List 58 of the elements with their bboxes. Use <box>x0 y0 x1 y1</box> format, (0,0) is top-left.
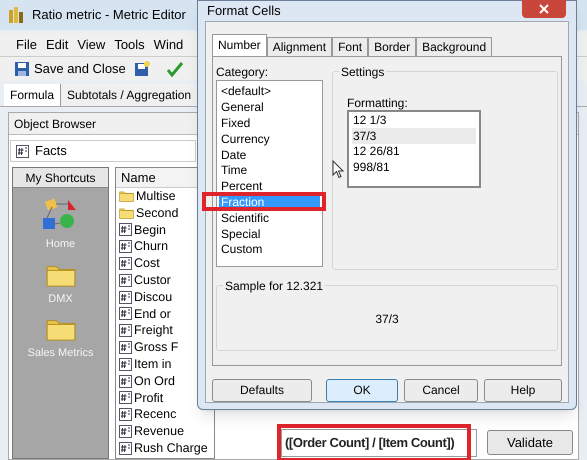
dialog-button[interactable]: OK <box>326 378 398 402</box>
dialog-tab[interactable]: Border <box>368 36 416 56</box>
object-row[interactable]: Item in <box>116 356 214 373</box>
panel-title: My Shortcuts <box>25 170 96 186</box>
dialog-button[interactable]: Cancel <box>404 378 478 402</box>
object-row[interactable]: Begin <box>116 222 214 238</box>
object-row[interactable]: Rush Charge <box>116 440 214 457</box>
save-and-close-button[interactable]: Save and Close <box>14 59 126 79</box>
object-row[interactable]: Second <box>116 204 214 222</box>
dialog-tab[interactable]: Background <box>416 36 492 56</box>
category-item[interactable]: Percent <box>219 178 320 194</box>
sample-value: 37/3 <box>375 310 399 328</box>
category-item[interactable]: Currency <box>219 130 320 147</box>
window-title: Ratio metric - Metric Editor <box>32 6 186 24</box>
dialog-tab[interactable]: Number <box>212 34 267 56</box>
category-item[interactable]: Scientific <box>219 210 320 226</box>
menu-item[interactable]: View <box>77 34 106 54</box>
object-row[interactable]: Churn <box>116 238 214 256</box>
format-item[interactable]: 37/3 <box>352 128 476 144</box>
object-row[interactable]: Recenc <box>116 406 214 424</box>
object-row[interactable]: Profit <box>116 390 214 406</box>
folder-dropdown[interactable]: Facts <box>10 140 196 162</box>
format-item[interactable]: 998/81 <box>352 159 476 174</box>
category-item[interactable]: <default> <box>219 84 320 100</box>
editor-tab[interactable]: Formula <box>4 84 62 106</box>
category-label: Category: <box>216 64 270 80</box>
dialog-button[interactable]: Help <box>484 378 562 402</box>
object-row[interactable]: On Ord <box>116 372 214 390</box>
category-item[interactable]: Fixed <box>219 115 320 131</box>
formatting-label: Formatting: <box>347 94 409 110</box>
object-row[interactable]: Gross F <box>116 339 214 356</box>
category-item[interactable]: Time <box>219 162 320 178</box>
object-row[interactable]: Revenue <box>116 423 214 440</box>
category-item[interactable]: Custom <box>219 241 320 258</box>
format-item[interactable]: 12 1/3 <box>352 112 476 128</box>
format-item[interactable]: 12 26/81 <box>352 144 476 159</box>
object-row[interactable]: Cost <box>116 255 214 272</box>
dialog-tab[interactable]: Alignment <box>266 36 332 56</box>
category-item[interactable]: General <box>219 99 320 116</box>
validate-button[interactable]: Validate <box>487 430 573 455</box>
dialog-tab[interactable]: Font <box>332 36 368 56</box>
menu-item[interactable]: Edit <box>46 34 68 54</box>
object-row[interactable]: Custor <box>116 272 214 289</box>
formatting-list[interactable]: 12 1/3 37/3 12 26/81 998/81 <box>347 110 481 188</box>
dialog-title: Format Cells <box>207 2 281 20</box>
object-row[interactable]: End or <box>116 306 214 322</box>
panel-title: Object Browser <box>14 116 96 132</box>
menu-item[interactable]: Wind <box>154 34 184 54</box>
object-row[interactable]: Freight <box>116 322 214 340</box>
menu-item[interactable]: File <box>16 34 37 54</box>
category-item[interactable]: Date <box>219 146 320 162</box>
category-list[interactable]: <default> General Fixed Currency Date Time Percent Fraction Scientific Special Custom <box>216 80 323 266</box>
editor-tab[interactable]: Subtotals / Aggregation <box>61 84 198 106</box>
dialog-button[interactable]: Defaults <box>212 378 312 402</box>
object-row[interactable]: Discou <box>116 288 214 306</box>
menu-item[interactable]: Tools <box>114 34 145 54</box>
category-item[interactable]: Special <box>219 226 320 242</box>
object-row[interactable]: Multise <box>116 188 214 205</box>
